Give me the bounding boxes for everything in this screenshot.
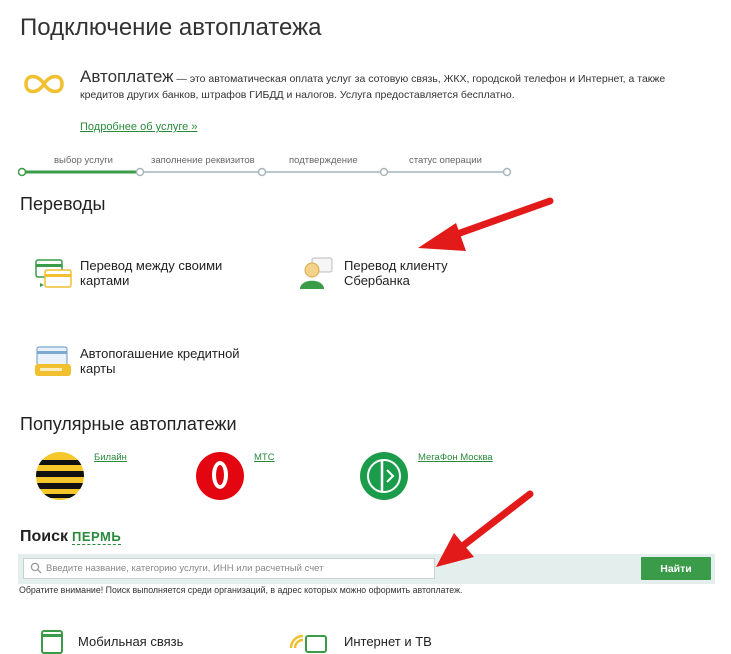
- mts-autopayment[interactable]: МТС: [196, 452, 286, 502]
- transfer-between-cards[interactable]: Перевод между своими картами: [34, 256, 230, 290]
- beeline-link[interactable]: Билайн: [94, 452, 127, 463]
- category-internet-tv-label: Интернет и ТВ: [344, 633, 432, 649]
- step-confirmation: подтверждение: [289, 155, 358, 166]
- search-note: Обратите внимание! Поиск выполняется сре…: [19, 585, 463, 595]
- category-mobile-label: Мобильная связь: [78, 633, 184, 649]
- step-fill-details: заполнение реквизитов: [151, 155, 255, 166]
- beeline-autopayment[interactable]: Билайн: [36, 452, 146, 502]
- transfer-to-sberbank-client-label: Перевод клиенту Сбербанка: [344, 258, 448, 288]
- transfer-to-sberbank-client[interactable]: Перевод клиенту Сбербанка: [298, 256, 464, 290]
- category-internet-tv[interactable]: Интернет и ТВ: [288, 628, 432, 654]
- megafon-link[interactable]: МегаФон Москва: [418, 452, 493, 463]
- search-icon: [30, 562, 42, 574]
- step-operation-status: статус операции: [409, 155, 482, 166]
- credit-card-repay-icon: [35, 346, 71, 376]
- transfer-between-cards-label: Перевод между своими картами: [80, 258, 223, 288]
- transfers-section-title: Переводы: [20, 194, 106, 214]
- step-progress-track: [18, 167, 512, 177]
- megafon-logo: [360, 452, 408, 500]
- step-progress: выбор услуги заполнение реквизитов подтв…: [18, 155, 513, 179]
- credit-card-autorepayment-label: Автопогашение кредитной карты: [80, 346, 240, 376]
- category-mobile[interactable]: Мобильная связь: [40, 628, 183, 654]
- step-select-service: выбор услуги: [54, 155, 113, 166]
- megafon-logo-mark: [367, 459, 401, 493]
- infinity-icon: [24, 74, 64, 94]
- find-button[interactable]: Найти: [641, 557, 711, 580]
- search-bar: Найти: [18, 554, 715, 584]
- credit-card-autorepayment[interactable]: Автопогашение кредитной карты: [34, 344, 250, 378]
- search-title: Поиск: [20, 528, 69, 545]
- internet-tv-icon: [289, 634, 327, 653]
- search-heading: Поиск ПЕРМЬ: [20, 528, 122, 546]
- search-input[interactable]: [23, 558, 435, 579]
- megafon-autopayment[interactable]: МегаФон Москва: [360, 452, 510, 502]
- arrow-to-client-transfer: [418, 197, 554, 251]
- autopayment-name: Автоплатеж: [80, 67, 174, 86]
- popular-section-title: Популярные автоплатежи: [20, 414, 237, 434]
- autopayment-description: Автоплатеж — это автоматическая оплата у…: [80, 67, 690, 103]
- mobile-icon: [41, 630, 63, 654]
- cards-transfer-icon: [35, 259, 72, 288]
- page-title: Подключение автоплатежа: [20, 14, 322, 41]
- more-about-service-link[interactable]: Подробнее об услуге »: [80, 121, 197, 133]
- mts-link[interactable]: МТС: [254, 452, 275, 463]
- region-selector[interactable]: ПЕРМЬ: [72, 529, 122, 545]
- mts-logo: [196, 452, 244, 500]
- client-transfer-icon: [300, 257, 333, 289]
- beeline-logo: [36, 452, 84, 500]
